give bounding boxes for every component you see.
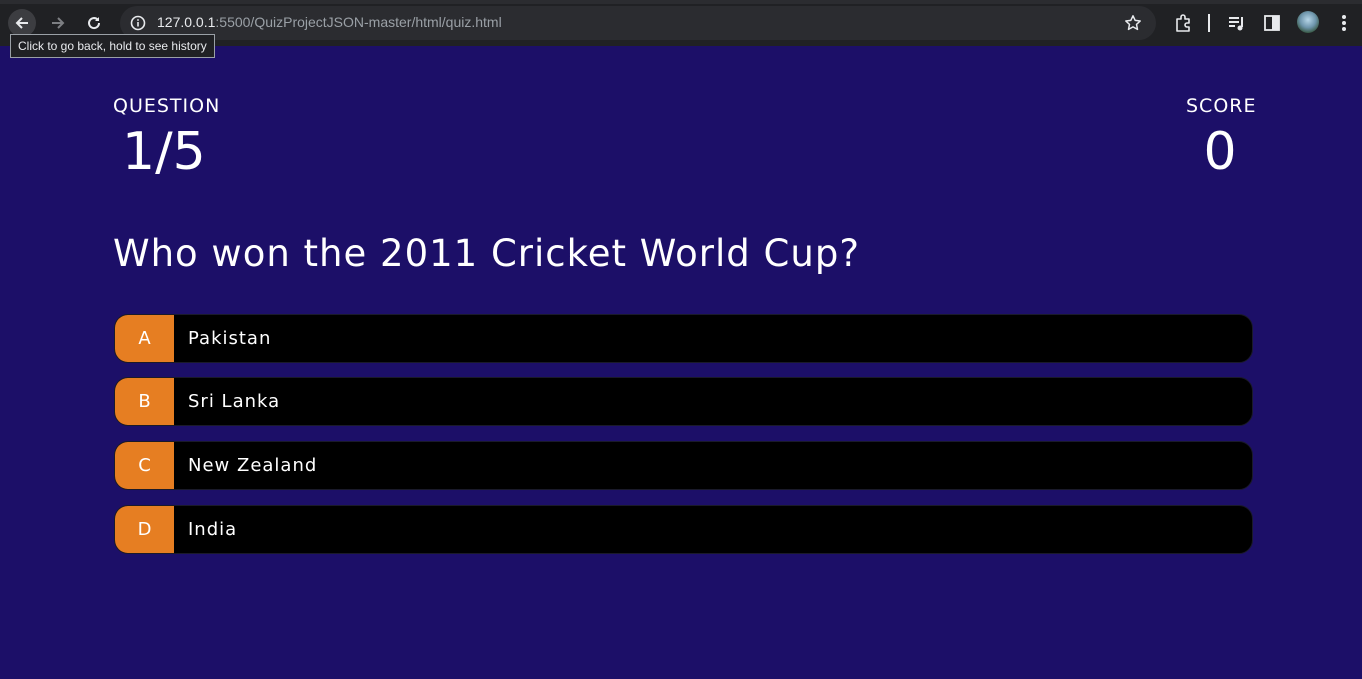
choice-prefix: D [115,506,174,553]
media-queue-button[interactable] [1225,11,1249,35]
score-value: 0 [1203,122,1237,182]
score-label: SCORE [1186,95,1257,117]
reload-icon [88,17,101,30]
choice-prefix: C [115,442,174,489]
info-icon[interactable] [130,15,146,31]
reload-button[interactable] [80,9,108,37]
choice-prefix: A [115,315,174,362]
back-arrow-icon [15,17,28,29]
star-icon[interactable] [1124,14,1142,32]
profile-avatar[interactable] [1297,11,1319,33]
extensions-button[interactable] [1171,11,1195,35]
choice-text: Sri Lanka [188,391,281,412]
url-path: :5500/QuizProjectJSON-master/html/quiz.h… [215,14,502,30]
media-queue-icon [1229,17,1243,31]
choice-d[interactable]: D India [114,505,1253,554]
address-bar[interactable]: 127.0.0.1:5500/QuizProjectJSON-master/ht… [120,6,1156,40]
question-label: QUESTION [113,95,221,117]
menu-dots-icon [1342,15,1346,31]
back-button[interactable] [8,9,36,37]
forward-button[interactable] [44,9,72,37]
choice-text: India [188,519,238,540]
url-text[interactable]: 127.0.0.1:5500/QuizProjectJSON-master/ht… [157,14,502,30]
choice-a[interactable]: A Pakistan [114,314,1253,363]
tab-strip-edge [0,0,1362,4]
extensions-icon [1176,14,1190,32]
question-text: Who won the 2011 Cricket World Cup? [113,232,860,275]
choice-b[interactable]: B Sri Lanka [114,377,1253,426]
choice-text: New Zealand [188,455,318,476]
toolbar-separator [1208,14,1210,32]
menu-button[interactable] [1332,11,1356,35]
url-host: 127.0.0.1 [157,14,216,30]
back-button-tooltip: Click to go back, hold to see history [10,34,215,58]
choice-text: Pakistan [188,328,272,349]
question-progress: 1/5 [122,122,206,182]
side-panel-icon [1264,15,1280,31]
choice-c[interactable]: C New Zealand [114,441,1253,490]
choice-prefix: B [115,378,174,425]
side-panel-button[interactable] [1260,11,1284,35]
forward-arrow-icon [52,17,65,29]
